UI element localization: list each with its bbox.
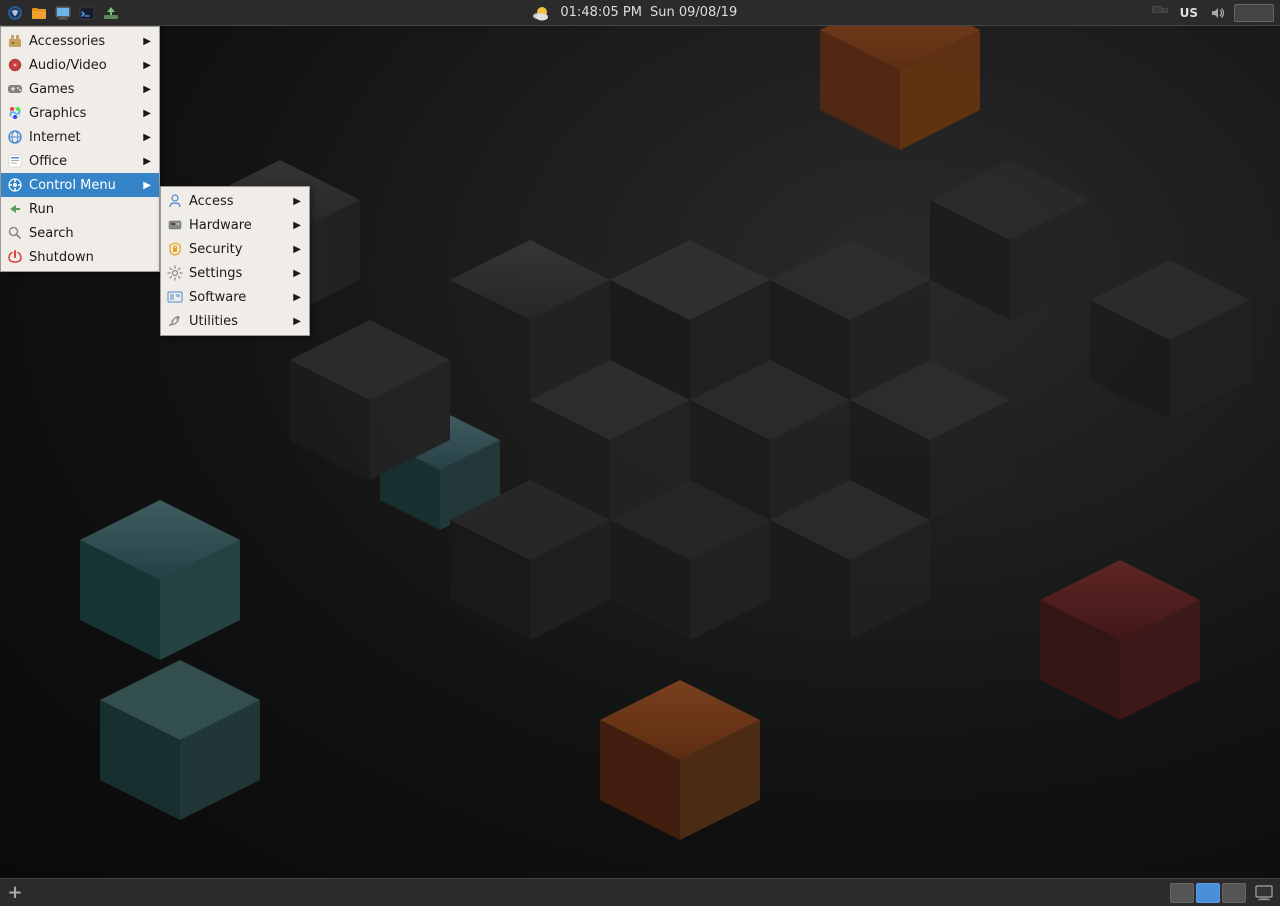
submenu-item-settings[interactable]: Settings ▶ [161,261,309,285]
hardware-label: Hardware [189,218,281,233]
control-submenu: Access ▶ Hardware ▶ Security ▶ Settings … [160,186,310,336]
desktop-switcher [1170,883,1246,903]
accessories-arrow: ▶ [143,36,151,47]
primary-menu: Accessories ▶ Audio/Video ▶ Games ▶ Grap… [0,26,160,272]
audio-icon [7,57,23,73]
accessories-icon [7,33,23,49]
run-icon [7,201,23,217]
access-label: Access [189,194,281,209]
menu-item-run[interactable]: Run [1,197,159,221]
menu-item-audio-video[interactable]: Audio/Video ▶ [1,53,159,77]
show-desktop-button[interactable] [1252,881,1276,905]
games-icon [7,81,23,97]
graphics-arrow: ▶ [143,108,151,119]
submenu-item-access[interactable]: Access ▶ [161,189,309,213]
weather-icon [530,4,552,22]
taskbar-bottom: + [0,878,1280,906]
office-arrow: ▶ [143,156,151,167]
menu-item-search[interactable]: Search [1,221,159,245]
accessories-label: Accessories [29,34,131,49]
utilities-label: Utilities [189,314,281,329]
menu-item-graphics[interactable]: Graphics ▶ [1,101,159,125]
menu-container: Accessories ▶ Audio/Video ▶ Games ▶ Grap… [0,26,160,272]
desktop-1-button[interactable] [1170,883,1194,903]
control-menu-label: Control Menu [29,178,131,193]
run-label: Run [29,202,151,217]
office-label: Office [29,154,131,169]
software-arrow: ▶ [293,292,301,303]
menu-item-internet[interactable]: Internet ▶ [1,125,159,149]
settings-label: Settings [189,266,281,281]
app-menu-button[interactable] [4,2,26,24]
desktop [0,0,1280,906]
office-icon [7,153,23,169]
security-icon [167,241,183,257]
internet-label: Internet [29,130,131,145]
settings-arrow: ▶ [293,268,301,279]
submenu-item-security[interactable]: Security ▶ [161,237,309,261]
volume-icon[interactable] [1206,4,1230,22]
graphics-icon [7,105,23,121]
shutdown-icon [7,249,23,265]
menu-item-control[interactable]: Control Menu ▶ [1,173,159,197]
menu-item-office[interactable]: Office ▶ [1,149,159,173]
settings-icon [167,265,183,281]
graphics-label: Graphics [29,106,131,121]
shutdown-label: Shutdown [29,250,151,265]
taskbar-top: 01:48:05 PM Sun 09/08/19 US [0,0,1280,26]
utilities-icon [167,313,183,329]
security-label: Security [189,242,281,257]
security-arrow: ▶ [293,244,301,255]
access-icon [167,193,183,209]
hardware-arrow: ▶ [293,220,301,231]
games-label: Games [29,82,131,97]
menu-item-shutdown[interactable]: Shutdown [1,245,159,269]
search-icon [7,225,23,241]
audio-video-arrow: ▶ [143,60,151,71]
submenu-item-software[interactable]: Software ▶ [161,285,309,309]
submenu-item-utilities[interactable]: Utilities ▶ [161,309,309,333]
upload-button[interactable] [100,2,122,24]
taskbar-left [0,2,126,24]
file-manager-button[interactable] [28,2,50,24]
desktop-3-button[interactable] [1222,883,1246,903]
date-display: Sun 09/08/19 [650,5,737,20]
audio-video-label: Audio/Video [29,58,131,73]
display-tray-icon[interactable] [1148,4,1172,22]
submenu-item-hardware[interactable]: Hardware ▶ [161,213,309,237]
cube-art [0,0,1280,906]
display-settings-button[interactable] [52,2,74,24]
control-arrow: ▶ [143,180,151,191]
terminal-button[interactable] [76,2,98,24]
access-arrow: ▶ [293,196,301,207]
games-arrow: ▶ [143,84,151,95]
software-icon [167,289,183,305]
power-area[interactable] [1234,4,1274,22]
add-panel-button[interactable]: + [2,880,28,906]
bottom-right-area [1166,881,1280,905]
control-icon [7,177,23,193]
taskbar-center: 01:48:05 PM Sun 09/08/19 [126,4,1142,22]
internet-arrow: ▶ [143,132,151,143]
menu-item-games[interactable]: Games ▶ [1,77,159,101]
software-label: Software [189,290,281,305]
taskbar-right: US [1142,4,1280,22]
utilities-arrow: ▶ [293,316,301,327]
search-label: Search [29,226,151,241]
hardware-icon [167,217,183,233]
datetime-display: 01:48:05 PM [560,5,642,20]
desktop-2-button[interactable] [1196,883,1220,903]
menu-item-accessories[interactable]: Accessories ▶ [1,29,159,53]
keyboard-layout[interactable]: US [1176,4,1202,22]
internet-icon [7,129,23,145]
